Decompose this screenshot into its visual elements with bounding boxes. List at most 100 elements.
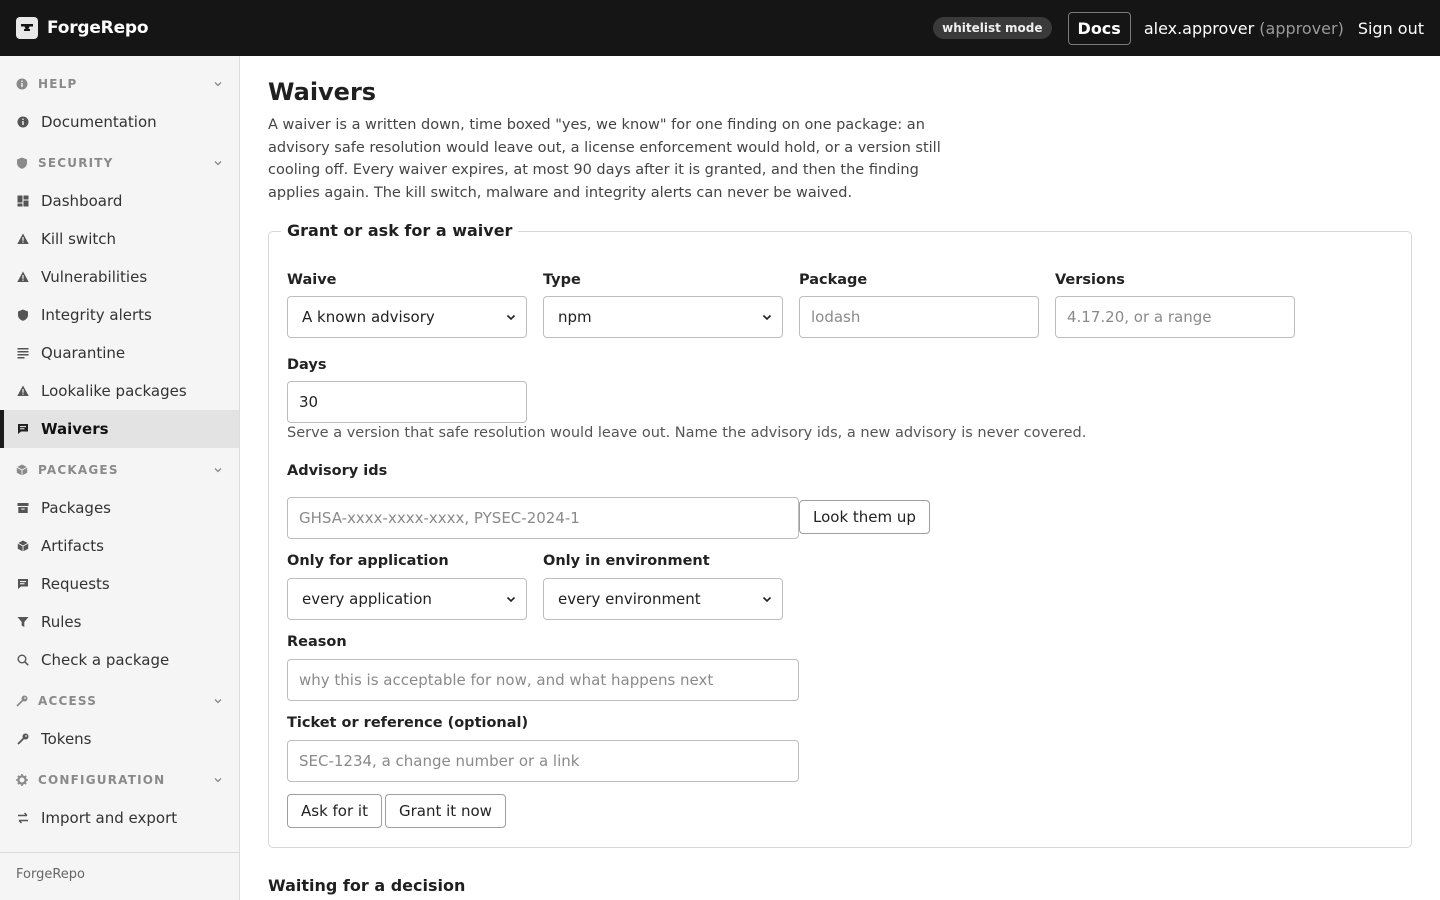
- sidebar-item-label: Tokens: [41, 730, 92, 748]
- waive-label: Waive: [287, 272, 337, 288]
- reason-placeholder: why this is acceptable for now, and what…: [299, 671, 714, 689]
- sidebar-item-check-a-package[interactable]: Check a package: [0, 641, 239, 679]
- sidebar-section-security[interactable]: SECURITY: [0, 144, 239, 182]
- ticket-label: Ticket or reference (optional): [287, 715, 529, 731]
- application-label: Only for application: [287, 553, 449, 569]
- key-icon: [16, 732, 30, 746]
- advisory-ids-placeholder: GHSA-xxxx-xxxx-xxxx, PYSEC-2024-1: [299, 509, 580, 527]
- cube-icon: [16, 464, 28, 476]
- dashboard-icon: [16, 194, 30, 208]
- environment-select[interactable]: every environment: [543, 578, 783, 620]
- environment-label: Only in environment: [543, 553, 710, 569]
- days-label: Days: [287, 357, 327, 373]
- info-icon: [16, 78, 28, 90]
- days-input[interactable]: 30: [287, 381, 527, 423]
- sidebar-item-label: Rules: [41, 613, 82, 631]
- sidebar-item-label: Packages: [41, 499, 111, 517]
- sidebar-item-documentation[interactable]: Documentation: [0, 103, 239, 141]
- comment-icon: [16, 422, 30, 436]
- sidebar-section-access[interactable]: ACCESS: [0, 682, 239, 720]
- grant-it-now-button[interactable]: Grant it now: [385, 794, 506, 828]
- versions-label: Versions: [1055, 272, 1125, 288]
- sidebar-item-label: Kill switch: [41, 230, 116, 248]
- type-value: npm: [558, 308, 592, 326]
- cube-icon: [16, 539, 30, 553]
- app-name: ForgeRepo: [47, 18, 149, 38]
- sidebar-item-label: Integrity alerts: [41, 306, 152, 324]
- sidebar-section-packages[interactable]: PACKAGES: [0, 451, 239, 489]
- comment-icon: [16, 577, 30, 591]
- chevron-down-icon: [213, 79, 223, 89]
- versions-placeholder: 4.17.20, or a range: [1067, 308, 1212, 326]
- sidebar-item-label: Waivers: [41, 420, 109, 438]
- look-them-up-button[interactable]: Look them up: [799, 500, 930, 534]
- shield-icon: [16, 157, 28, 169]
- user-name: alex.approver: [1143, 18, 1255, 38]
- environment-value: every environment: [558, 590, 701, 608]
- sidebar: HELP Documentation SECURITY Dashboard Ki…: [0, 56, 240, 900]
- page-title: Waivers: [268, 78, 377, 106]
- swap-icon: [16, 811, 30, 825]
- sidebar-item-label: Quarantine: [41, 344, 126, 362]
- waive-help-text: Serve a version that safe resolution wou…: [287, 425, 1087, 441]
- user-info: alex.approver (approver): [1144, 19, 1344, 38]
- sidebar-item-lookalike-packages[interactable]: Lookalike packages: [0, 372, 239, 410]
- sidebar-item-label: Lookalike packages: [41, 382, 187, 400]
- advisory-ids-input[interactable]: GHSA-xxxx-xxxx-xxxx, PYSEC-2024-1: [287, 497, 799, 539]
- reason-label: Reason: [287, 634, 347, 650]
- docs-button[interactable]: Docs: [1067, 11, 1131, 45]
- package-label: Package: [799, 272, 868, 288]
- section-title: HELP: [38, 77, 78, 91]
- waiver-form: Grant or ask for a waiver Waive A known …: [268, 221, 1412, 848]
- waive-select[interactable]: A known advisory: [287, 296, 527, 338]
- package-input[interactable]: lodash: [799, 296, 1039, 338]
- anvil-logo-icon: [16, 17, 38, 39]
- sidebar-item-dashboard[interactable]: Dashboard: [0, 182, 239, 220]
- reason-input[interactable]: why this is acceptable for now, and what…: [287, 659, 799, 701]
- sidebar-item-label: Import and export: [41, 809, 178, 827]
- ticket-input[interactable]: SEC-1234, a change number or a link: [287, 740, 799, 782]
- sidebar-section-configuration[interactable]: CONFIGURATION: [0, 761, 239, 799]
- sign-out-link[interactable]: Sign out: [1358, 19, 1424, 38]
- sidebar-item-import-and-export[interactable]: Import and export: [0, 799, 239, 837]
- sidebar-item-integrity-alerts[interactable]: Integrity alerts: [0, 296, 239, 334]
- sidebar-item-label: Artifacts: [41, 537, 104, 555]
- sidebar-item-waivers[interactable]: Waivers: [0, 410, 239, 448]
- sidebar-item-rules[interactable]: Rules: [0, 603, 239, 641]
- shield-icon: [16, 308, 30, 322]
- ticket-placeholder: SEC-1234, a change number or a link: [299, 752, 580, 770]
- type-select[interactable]: npm: [543, 296, 783, 338]
- application-value: every application: [302, 590, 432, 608]
- pending-section-title: Waiting for a decision: [268, 876, 466, 895]
- filter-icon: [16, 615, 30, 629]
- chevron-down-icon: [762, 312, 772, 322]
- section-title: PACKAGES: [38, 463, 119, 477]
- ask-for-it-button[interactable]: Ask for it: [287, 794, 382, 828]
- chevron-down-icon: [213, 465, 223, 475]
- user-role: (approver): [1259, 18, 1344, 38]
- key-icon: [16, 695, 28, 707]
- sidebar-item-tokens[interactable]: Tokens: [0, 720, 239, 758]
- search-icon: [16, 653, 30, 667]
- type-label: Type: [543, 272, 581, 288]
- days-value: 30: [299, 393, 319, 411]
- advisory-ids-label: Advisory ids: [287, 463, 388, 479]
- versions-input[interactable]: 4.17.20, or a range: [1055, 296, 1295, 338]
- application-select[interactable]: every application: [287, 578, 527, 620]
- sidebar-item-packages[interactable]: Packages: [0, 489, 239, 527]
- sidebar-footer: ForgeRepo: [0, 852, 239, 900]
- sidebar-item-requests[interactable]: Requests: [0, 565, 239, 603]
- sidebar-item-quarantine[interactable]: Quarantine: [0, 334, 239, 372]
- sidebar-item-kill-switch[interactable]: Kill switch: [0, 220, 239, 258]
- chevron-down-icon: [213, 158, 223, 168]
- sidebar-item-label: Check a package: [41, 651, 170, 669]
- mode-badge: whitelist mode: [933, 17, 1052, 39]
- brand[interactable]: ForgeRepo: [16, 17, 149, 39]
- sidebar-item-artifacts[interactable]: Artifacts: [0, 527, 239, 565]
- sidebar-item-label: Requests: [41, 575, 110, 593]
- gear-icon: [16, 774, 28, 786]
- info-icon: [16, 115, 30, 129]
- chevron-down-icon: [762, 594, 772, 604]
- sidebar-item-vulnerabilities[interactable]: Vulnerabilities: [0, 258, 239, 296]
- sidebar-section-help[interactable]: HELP: [0, 65, 239, 103]
